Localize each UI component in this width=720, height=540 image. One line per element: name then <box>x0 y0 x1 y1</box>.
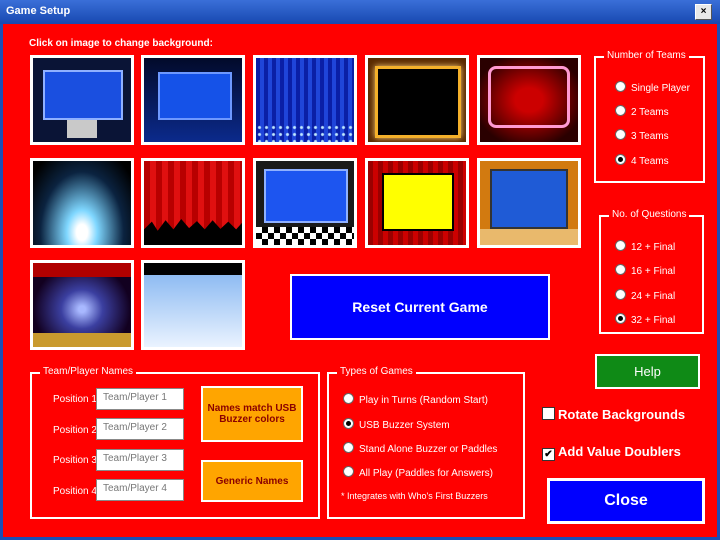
questions-option-2[interactable]: 16 + Final <box>615 264 675 277</box>
dialog-body: Click on image to change background: Num… <box>3 24 717 537</box>
radio-icon <box>615 81 626 92</box>
window-close-icon[interactable]: × <box>695 4 712 20</box>
game-type-option-4[interactable]: All Play (Paddles for Answers) <box>343 466 493 479</box>
background-thumb-12[interactable] <box>141 260 245 350</box>
background-thumb-4[interactable] <box>365 55 469 145</box>
background-thumb-3[interactable] <box>253 55 357 145</box>
team-name-1-input[interactable]: Team/Player 1 <box>96 388 184 410</box>
teams-group-title: Number of Teams <box>604 50 689 61</box>
window-title: Game Setup <box>6 5 71 17</box>
teams-option-2[interactable]: 2 Teams <box>615 105 669 118</box>
questions-group-title: No. of Questions <box>609 209 690 220</box>
background-thumb-2[interactable] <box>141 55 245 145</box>
game-type-option-1[interactable]: Play in Turns (Random Start) <box>343 393 488 406</box>
questions-option-3[interactable]: 24 + Final <box>615 289 675 302</box>
radio-icon <box>343 393 354 404</box>
radio-icon <box>615 105 626 116</box>
team-name-3-input[interactable]: Team/Player 3 <box>96 449 184 471</box>
generic-names-button[interactable]: Generic Names <box>201 460 303 502</box>
names-match-usb-button[interactable]: Names match USB Buzzer colors <box>201 386 303 442</box>
position-4-label: Position 4 <box>53 486 97 497</box>
background-thumb-10[interactable] <box>477 158 581 248</box>
reset-game-button[interactable]: Reset Current Game <box>290 274 550 340</box>
background-thumb-9[interactable] <box>365 158 469 248</box>
radio-icon <box>615 129 626 140</box>
teams-option-3[interactable]: 3 Teams <box>615 129 669 142</box>
position-3-label: Position 3 <box>53 455 97 466</box>
teams-option-1[interactable]: Single Player <box>615 81 690 94</box>
background-instruction: Click on image to change background: <box>29 38 213 49</box>
radio-icon <box>343 442 354 453</box>
radio-icon <box>615 240 626 251</box>
help-button[interactable]: Help <box>595 354 700 389</box>
background-thumb-6[interactable] <box>30 158 134 248</box>
team-name-4-input[interactable]: Team/Player 4 <box>96 479 184 501</box>
value-doublers-checkbox[interactable]: ✔ Add Value Doublers <box>542 444 681 461</box>
background-thumb-5[interactable] <box>477 55 581 145</box>
radio-selected-icon <box>615 154 626 165</box>
questions-option-1[interactable]: 12 + Final <box>615 240 675 253</box>
checkbox-checked-icon: ✔ <box>542 448 555 461</box>
names-group-title: Team/Player Names <box>40 366 137 377</box>
radio-selected-icon <box>615 313 626 324</box>
background-thumb-7[interactable] <box>141 158 245 248</box>
teams-option-4[interactable]: 4 Teams <box>615 154 669 167</box>
game-type-option-2[interactable]: USB Buzzer System <box>343 418 450 431</box>
team-name-2-input[interactable]: Team/Player 2 <box>96 418 184 440</box>
position-1-label: Position 1 <box>53 394 97 405</box>
game-types-group-title: Types of Games <box>337 366 416 377</box>
game-setup-window: Game Setup × Click on image to change ba… <box>0 0 720 540</box>
background-thumb-8[interactable] <box>253 158 357 248</box>
game-type-option-3[interactable]: Stand Alone Buzzer or Paddles <box>343 442 497 455</box>
title-bar: Game Setup × <box>0 0 720 24</box>
checkbox-empty-icon <box>542 407 555 420</box>
radio-icon <box>615 264 626 275</box>
rotate-backgrounds-checkbox[interactable]: Rotate Backgrounds <box>542 407 685 422</box>
radio-selected-icon <box>343 418 354 429</box>
close-button[interactable]: Close <box>547 478 705 524</box>
position-2-label: Position 2 <box>53 425 97 436</box>
radio-icon <box>343 466 354 477</box>
radio-icon <box>615 289 626 300</box>
questions-option-4[interactable]: 32 + Final <box>615 313 675 326</box>
background-thumb-11[interactable] <box>30 260 134 350</box>
background-thumb-1[interactable] <box>30 55 134 145</box>
buzzer-note: * Integrates with Who's First Buzzers <box>341 491 488 501</box>
